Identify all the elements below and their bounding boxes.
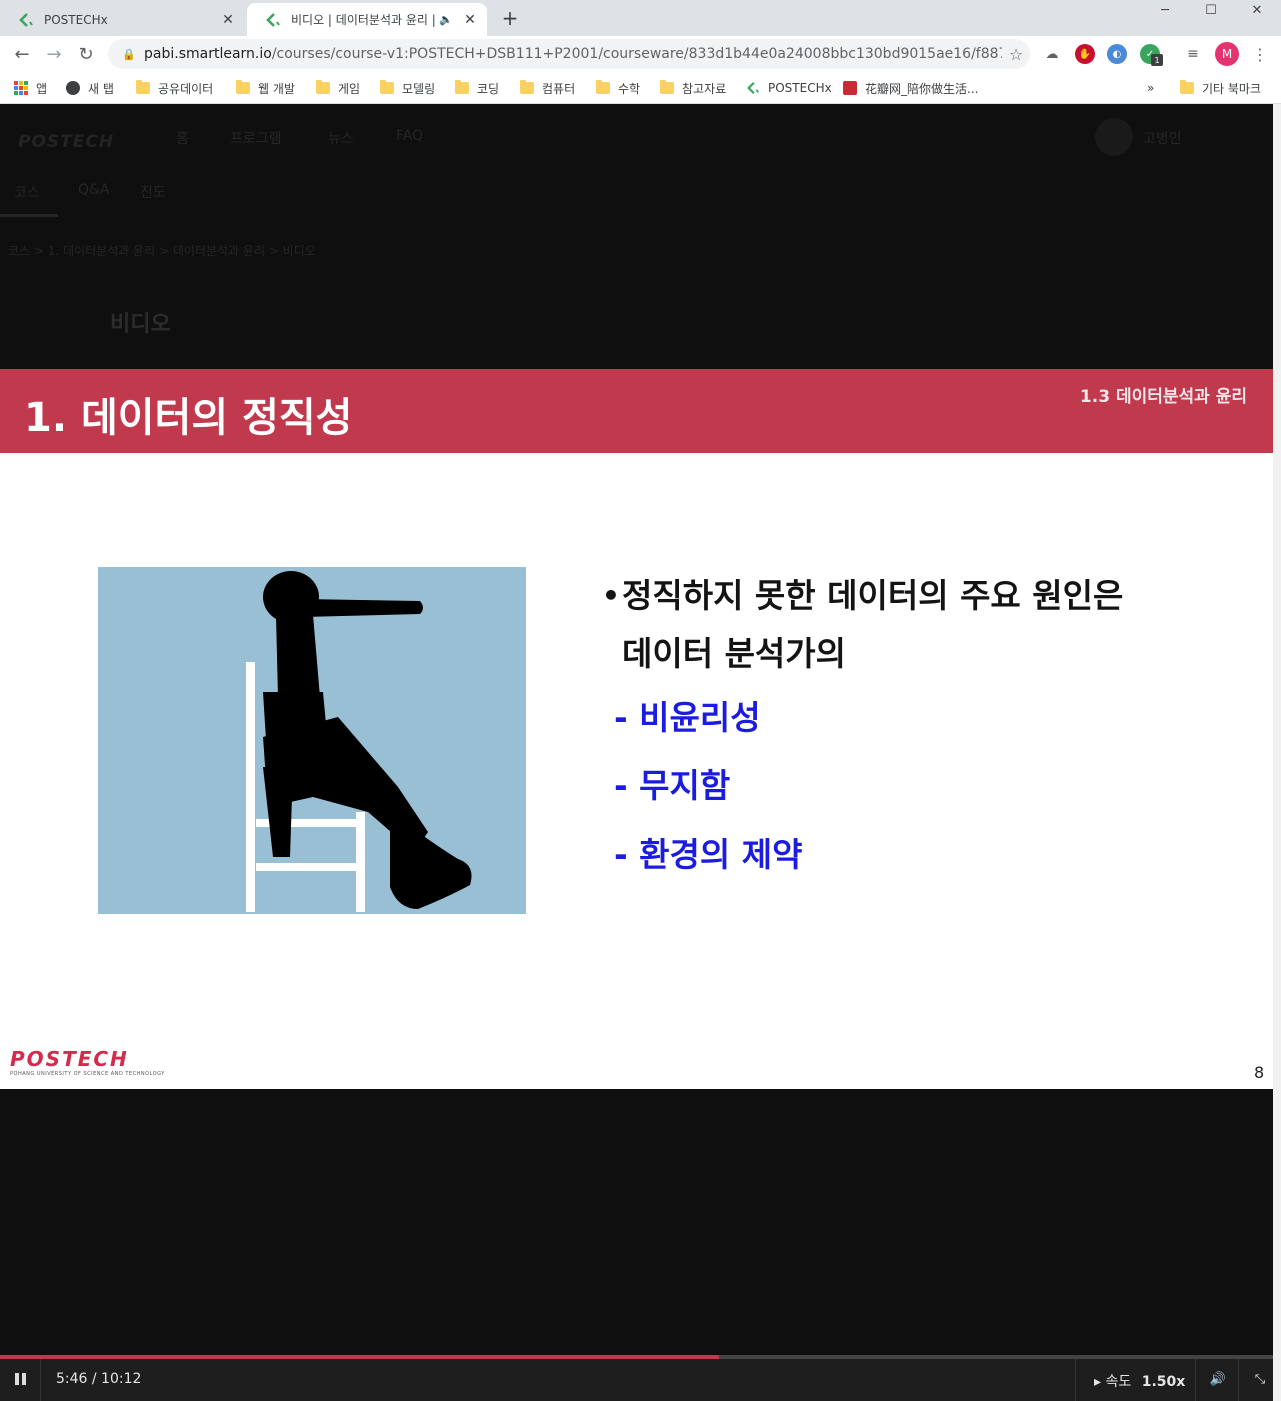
- slide-title: 1. 데이터의 정직성: [24, 395, 353, 441]
- control-divider: [1238, 1359, 1239, 1401]
- course-page-dimmed: POSTECH 홈 프로그램 뉴스 FAQ 고병인 코스 Q&A 진도 코스 >…: [0, 104, 1281, 369]
- extension-badge: 1: [1151, 54, 1163, 66]
- more-menu-icon[interactable]: ⋮: [1250, 42, 1270, 66]
- extension-cloud-icon[interactable]: ☁: [1042, 44, 1062, 64]
- sub-item-unethical: - 비윤리성: [614, 698, 761, 737]
- maximize-button[interactable]: ☐: [1188, 0, 1234, 20]
- reload-icon[interactable]: ↻: [72, 40, 100, 68]
- slide-postech-logo: POSTECH POHANG UNIVERSITY OF SCIENCE AND…: [10, 1047, 165, 1077]
- globe-icon: [66, 81, 80, 95]
- bookmark-folder[interactable]: 웹 개발: [236, 78, 295, 98]
- nav-faq[interactable]: FAQ: [396, 128, 423, 144]
- bullet-line-1: 정직하지 못한 데이터의 주요 원인은: [622, 576, 1124, 615]
- sub-item-constraints: - 환경의 제약: [614, 835, 803, 874]
- user-avatar[interactable]: [1095, 118, 1133, 156]
- folder-icon: [380, 80, 394, 94]
- slide-section-label: 1.3 데이터분석과 윤리: [1079, 387, 1247, 407]
- bookmark-folder[interactable]: 모델링: [380, 78, 435, 98]
- slide-header-bar: 1. 데이터의 정직성 1.3 데이터분석과 윤리: [0, 369, 1273, 453]
- tab-course[interactable]: 코스: [14, 182, 40, 202]
- folder-icon: [316, 80, 330, 94]
- bullet-line-2: 데이터 분석가의: [622, 634, 847, 673]
- pinocchio-silhouette-image: [98, 567, 526, 914]
- playback-speed-button[interactable]: ▸ 속도 1.50x: [1094, 1371, 1185, 1391]
- profile-avatar[interactable]: M: [1215, 42, 1239, 66]
- folder-icon: [660, 80, 674, 94]
- tab-title: POSTECHx: [44, 12, 108, 27]
- bookmark-folder[interactable]: 컴퓨터: [520, 78, 575, 98]
- browser-toolbar: ← → ↻ 🔒 pabi.smartlearn.io/courses/cours…: [0, 36, 1281, 72]
- exit-fullscreen-icon[interactable]: ⤡: [1250, 1369, 1270, 1389]
- breadcrumb: 코스 > 1. 데이터분석과 윤리 > 데이터분석과 윤리 > 비디오: [8, 244, 316, 258]
- tab-title: 비디오 | 데이터분석과 윤리 |: [291, 13, 436, 27]
- bookmark-star-icon[interactable]: ☆: [1002, 45, 1030, 64]
- sub-item-ignorance: - 무지함: [614, 766, 731, 805]
- browser-tab-strip: POSTECHx ✕ 비디오 | 데이터분석과 윤리 | 🔈 ✕ + ─ ☐ ✕: [0, 0, 1281, 36]
- bookmark-folder[interactable]: 수학: [596, 78, 640, 98]
- control-divider: [40, 1359, 41, 1401]
- active-tab-underline: [0, 214, 58, 217]
- volume-icon[interactable]: 🔊: [1208, 1369, 1228, 1389]
- postechx-favicon-icon: [265, 12, 281, 28]
- huaban-icon: [843, 81, 857, 95]
- bookmarks-bar: 앱 새 탭 공유데이터 웹 개발 게임 모델링 코딩 컴퓨터 수학 참고자료 P…: [0, 72, 1281, 104]
- extension-blue-icon[interactable]: ◐: [1107, 44, 1127, 64]
- audio-playing-icon[interactable]: 🔈: [439, 13, 453, 26]
- bookmarks-overflow-button[interactable]: »: [1147, 78, 1154, 98]
- speed-value: 1.50x: [1141, 1374, 1186, 1390]
- folder-icon: [455, 80, 469, 94]
- address-bar[interactable]: 🔒 pabi.smartlearn.io/courses/course-v1:P…: [108, 39, 1030, 69]
- bullet-dot: •: [602, 579, 620, 612]
- video-heading: 비디오: [110, 312, 171, 337]
- tab-close-icon[interactable]: ✕: [461, 11, 479, 29]
- extension-red-icon[interactable]: ✋: [1075, 44, 1095, 64]
- tab-qna[interactable]: Q&A: [78, 182, 110, 198]
- site-logo[interactable]: POSTECH: [18, 132, 114, 152]
- bookmark-folder[interactable]: 공유데이터: [136, 78, 213, 98]
- new-tab-button[interactable]: +: [498, 6, 522, 30]
- url-text: pabi.smartlearn.io/courses/course-v1:POS…: [144, 46, 1002, 62]
- bookmark-apps[interactable]: 앱: [14, 78, 47, 98]
- user-name[interactable]: 고병인: [1143, 128, 1182, 148]
- control-divider: [1195, 1359, 1196, 1401]
- video-time: 5:46 / 10:12: [56, 1371, 142, 1387]
- tab-progress[interactable]: 진도: [140, 182, 166, 202]
- nav-news[interactable]: 뉴스: [328, 128, 354, 148]
- folder-icon: [236, 80, 250, 94]
- postechx-favicon-icon: [746, 81, 760, 95]
- bookmark-other-folder[interactable]: 기타 북마크: [1180, 78, 1261, 98]
- bookmark-huaban[interactable]: 花瓣网_陪你做生活...: [843, 78, 978, 98]
- back-arrow-icon[interactable]: ←: [8, 40, 36, 68]
- nav-programs[interactable]: 프로그램: [230, 128, 282, 148]
- bookmark-postechx[interactable]: POSTECHx: [746, 78, 832, 98]
- minimize-button[interactable]: ─: [1142, 0, 1188, 20]
- video-controls: 5:46 / 10:12 ▸ 속도 1.50x 🔊 ⤡: [0, 1359, 1273, 1401]
- page-scrollbar[interactable]: [1273, 104, 1281, 1401]
- tab-close-icon[interactable]: ✕: [219, 11, 237, 29]
- bookmark-folder[interactable]: 코딩: [455, 78, 499, 98]
- postechx-favicon-icon: [18, 12, 34, 28]
- play-triangle-icon: ▸: [1094, 1374, 1102, 1390]
- speed-label: 속도: [1105, 1374, 1132, 1390]
- pause-icon[interactable]: [10, 1369, 30, 1389]
- lock-icon: 🔒: [122, 47, 136, 61]
- nav-home[interactable]: 홈: [176, 128, 189, 148]
- slide-page-number: 8: [1254, 1063, 1265, 1082]
- apps-grid-icon: [14, 81, 28, 95]
- folder-icon: [596, 80, 610, 94]
- forward-arrow-icon[interactable]: →: [40, 40, 68, 68]
- tab-video[interactable]: 비디오 | 데이터분석과 윤리 | 🔈 ✕: [247, 3, 487, 36]
- bookmark-folder[interactable]: 참고자료: [660, 78, 726, 98]
- bookmark-new-tab[interactable]: 새 탭: [66, 78, 114, 98]
- bookmark-folder[interactable]: 게임: [316, 78, 360, 98]
- close-window-button[interactable]: ✕: [1234, 0, 1280, 20]
- folder-icon: [136, 80, 150, 94]
- folder-icon: [1180, 80, 1194, 94]
- folder-icon: [520, 80, 534, 94]
- video-slide[interactable]: 1. 데이터의 정직성 1.3 데이터분석과 윤리 • 정직하지 못한 데이터의…: [0, 369, 1273, 1089]
- tab-postechx[interactable]: POSTECHx ✕: [0, 3, 245, 36]
- control-divider: [1075, 1359, 1076, 1401]
- media-control-icon[interactable]: ≡: [1183, 44, 1203, 64]
